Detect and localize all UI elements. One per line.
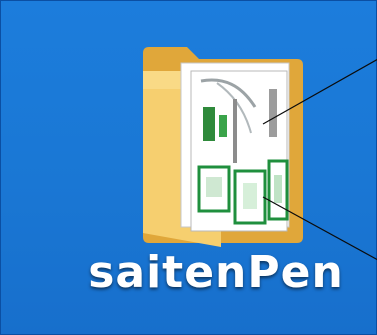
folder-label: saitenPen: [88, 247, 344, 298]
desktop-folder-item[interactable]: saitenPen: [81, 37, 351, 307]
folder-icon: [143, 47, 303, 247]
desktop-background: saitenPen: [0, 0, 377, 335]
